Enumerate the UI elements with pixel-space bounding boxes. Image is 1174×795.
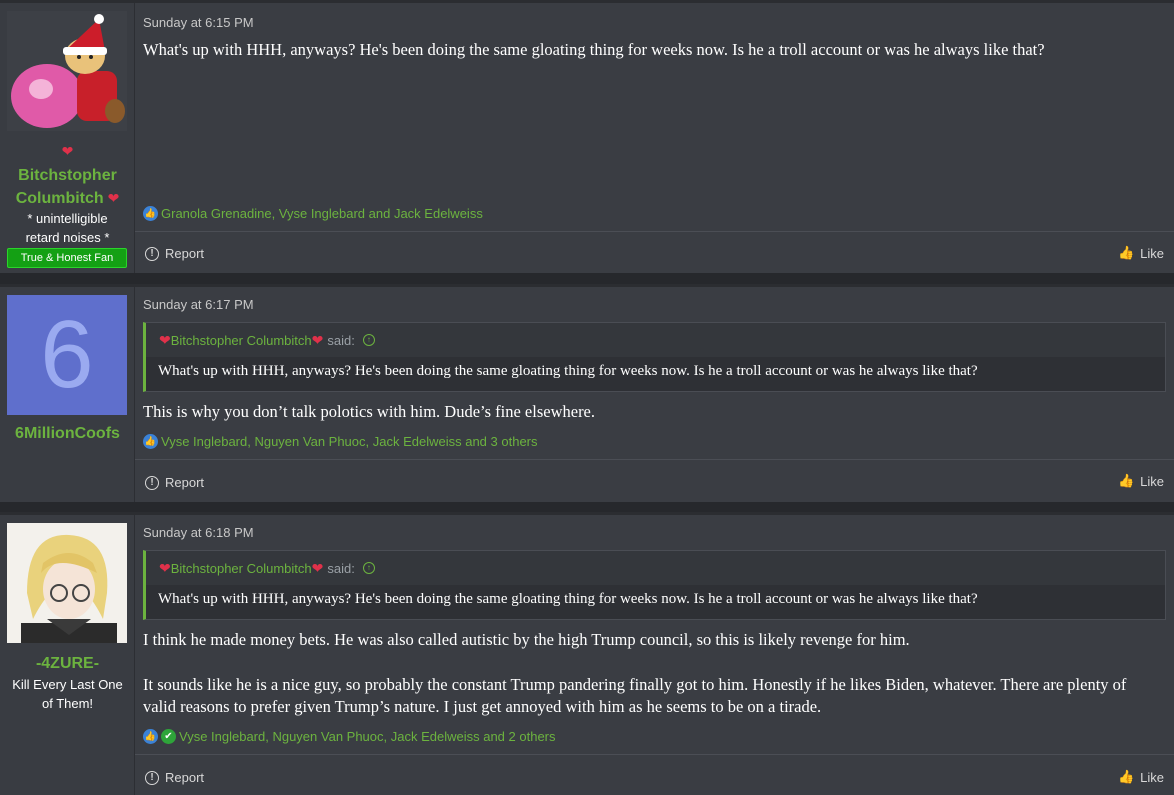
- post-message: This is why you don’t talk polotics with…: [143, 401, 1144, 423]
- post-content: Sunday at 6:15 PM What's up with HHH, an…: [135, 3, 1174, 273]
- user-title: * unintelligible retard noises *: [0, 209, 135, 247]
- avatar-letter: 6: [40, 301, 94, 408]
- post-message: I think he made money bets. He was also …: [143, 629, 1144, 718]
- divider: [135, 231, 1174, 232]
- thumbs-up-icon: 👍: [1117, 769, 1135, 784]
- quote-author[interactable]: Bitchstopher Columbitch: [171, 561, 312, 576]
- report-button[interactable]: ! Report: [145, 246, 204, 261]
- quote-header[interactable]: ❤ Bitchstopher Columbitch ❤ said: ↑: [146, 323, 1165, 357]
- thumbs-up-icon: 👍: [1117, 245, 1135, 260]
- like-reaction-icon: 👍: [143, 434, 158, 449]
- post-timestamp[interactable]: Sunday at 6:15 PM: [143, 15, 254, 30]
- user-info: -4ZURE- Kill Every Last One of Them!: [0, 515, 135, 795]
- cat-santa-avatar-image: [7, 11, 127, 131]
- post-1: ❤ Bitchstopher Columbitch ❤ * unintellig…: [0, 0, 1174, 273]
- report-icon: !: [145, 246, 159, 261]
- avatar[interactable]: [7, 11, 127, 131]
- like-button[interactable]: 👍 Like: [1118, 769, 1164, 785]
- username-line[interactable]: Bitchstopher: [0, 165, 135, 187]
- heart-icon: ❤: [159, 331, 171, 348]
- username-line[interactable]: Columbitch: [16, 190, 104, 207]
- user-title-line: of Them!: [41, 696, 94, 711]
- quote-header[interactable]: ❤ Bitchstopher Columbitch ❤ said: ↑: [146, 551, 1165, 585]
- heart-icon: ❤: [61, 143, 74, 159]
- user-title-line: retard noises *: [25, 230, 110, 245]
- agree-reaction-icon: ✔: [161, 729, 176, 744]
- thumbs-up-icon: 👍: [1117, 473, 1135, 488]
- report-button[interactable]: ! Report: [145, 475, 204, 490]
- reactions-bar[interactable]: 👍 Vyse Inglebard, Nguyen Van Phuoc, Jack…: [143, 434, 538, 449]
- like-reaction-icon: 👍: [143, 206, 158, 221]
- quote-text: What's up with HHH, anyways? He's been d…: [158, 591, 978, 607]
- message-paragraph: It sounds like he is a nice guy, so prob…: [143, 675, 1127, 716]
- quote-said: said:: [327, 560, 355, 576]
- quote-block: ❤ Bitchstopher Columbitch ❤ said: ↑ What…: [143, 550, 1166, 620]
- post-timestamp[interactable]: Sunday at 6:17 PM: [143, 297, 254, 312]
- post-content: Sunday at 6:18 PM ❤ Bitchstopher Columbi…: [135, 515, 1174, 795]
- username[interactable]: -4ZURE-: [0, 653, 135, 675]
- report-icon: !: [145, 475, 159, 490]
- report-label: Report: [165, 475, 205, 490]
- reactions-list[interactable]: Vyse Inglebard, Nguyen Van Phuoc, Jack E…: [161, 434, 538, 449]
- report-label: Report: [165, 246, 205, 261]
- heart-icon: ❤: [311, 559, 324, 576]
- user-info: 6 6MillionCoofs: [0, 287, 135, 502]
- report-icon: !: [145, 770, 159, 785]
- reactions-bar[interactable]: 👍 ✔ Vyse Inglebard, Nguyen Van Phuoc, Ja…: [143, 729, 556, 744]
- report-label: Report: [165, 770, 205, 785]
- user-title-line: Kill Every Last One: [12, 677, 123, 692]
- user-banner: True & Honest Fan: [7, 248, 127, 268]
- reactions-list[interactable]: Vyse Inglebard, Nguyen Van Phuoc, Jack E…: [179, 729, 556, 744]
- report-button[interactable]: ! Report: [145, 770, 204, 785]
- post-message: What's up with HHH, anyways? He's been d…: [143, 39, 1144, 61]
- user-title: Kill Every Last One of Them!: [0, 675, 135, 713]
- like-button[interactable]: 👍 Like: [1118, 245, 1164, 261]
- avatar[interactable]: 6: [7, 295, 127, 415]
- reactions-bar[interactable]: 👍 Granola Grenadine, Vyse Inglebard and …: [143, 206, 483, 221]
- arrow-up-circle-icon[interactable]: ↑: [362, 562, 375, 574]
- like-label: Like: [1140, 473, 1164, 489]
- post-timestamp[interactable]: Sunday at 6:18 PM: [143, 525, 254, 540]
- heart-icon: ❤: [159, 559, 171, 576]
- heart-icon: ❤: [311, 331, 324, 348]
- divider: [135, 754, 1174, 755]
- like-button[interactable]: 👍 Like: [1118, 473, 1164, 489]
- reactions-list[interactable]: Granola Grenadine, Vyse Inglebard and Ja…: [161, 206, 483, 221]
- quote-said: said:: [327, 332, 355, 348]
- heart-icon: ❤: [103, 190, 120, 206]
- arrow-up-circle-icon[interactable]: ↑: [362, 334, 375, 346]
- like-label: Like: [1140, 245, 1164, 261]
- divider: [135, 459, 1174, 460]
- quote-author[interactable]: Bitchstopher Columbitch: [171, 333, 312, 348]
- message-paragraph: I think he made money bets. He was also …: [143, 630, 910, 649]
- avatar[interactable]: [7, 523, 127, 643]
- post-content: Sunday at 6:17 PM ❤ Bitchstopher Columbi…: [135, 287, 1174, 502]
- anime-character-avatar-image: [7, 523, 127, 643]
- user-title-line: * unintelligible: [27, 211, 108, 226]
- username[interactable]: Bitchstopher Columbitch ❤: [0, 165, 135, 210]
- quote-text: What's up with HHH, anyways? He's been d…: [158, 363, 978, 379]
- post-3: -4ZURE- Kill Every Last One of Them! Sun…: [0, 512, 1174, 795]
- post-2: 6 6MillionCoofs Sunday at 6:17 PM ❤ Bitc…: [0, 284, 1174, 502]
- username[interactable]: 6MillionCoofs: [0, 423, 135, 445]
- quote-block: ❤ Bitchstopher Columbitch ❤ said: ↑ What…: [143, 322, 1166, 392]
- user-info: ❤ Bitchstopher Columbitch ❤ * unintellig…: [0, 3, 135, 273]
- message-paragraph: What's up with HHH, anyways? He's been d…: [143, 40, 1045, 59]
- message-paragraph: This is why you don’t talk polotics with…: [143, 402, 596, 421]
- like-label: Like: [1140, 769, 1164, 785]
- like-reaction-icon: 👍: [143, 729, 158, 744]
